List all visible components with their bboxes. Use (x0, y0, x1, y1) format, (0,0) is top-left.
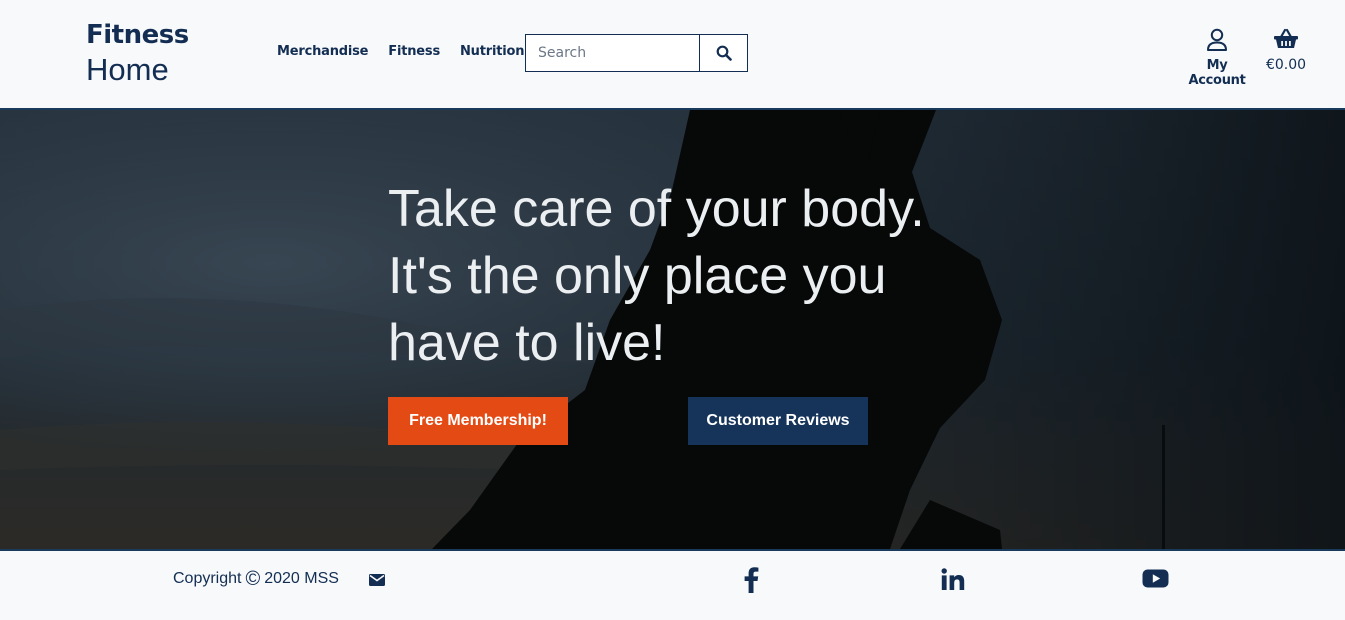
search-input[interactable] (526, 35, 699, 71)
envelope-icon (369, 574, 385, 586)
customer-reviews-button[interactable]: Customer Reviews (688, 397, 868, 445)
basket-link[interactable]: €0.00 (1264, 28, 1308, 73)
free-membership-button[interactable]: Free Membership! (388, 397, 568, 445)
search-icon (716, 45, 732, 61)
hero-section: Take care of your body. It's the only pl… (0, 110, 1345, 549)
brand-title: Fitness (86, 20, 189, 50)
user-icon (1207, 28, 1227, 51)
copyright-symbol: © (245, 568, 261, 590)
facebook-icon (744, 567, 759, 593)
facebook-link[interactable] (742, 567, 760, 598)
nav-link-merchandise[interactable]: Merchandise (277, 44, 368, 59)
nav-link-nutrition[interactable]: Nutrition (460, 44, 524, 59)
copyright-text: Copyright © 2020 MSS (173, 568, 339, 590)
youtube-icon (1142, 569, 1169, 588)
linkedin-icon (941, 568, 965, 590)
brand-subtitle: Home (86, 52, 169, 87)
hero-headline: Take care of your body. It's the only pl… (388, 180, 925, 372)
brand-logo-link[interactable]: Fitness Home (86, 20, 189, 88)
my-account-link[interactable]: My Account (1180, 28, 1254, 88)
account-icon-wrap (1180, 28, 1254, 52)
basket-icon-wrap (1264, 28, 1308, 52)
my-account-label: My Account (1188, 58, 1246, 88)
basket-total: €0.00 (1265, 57, 1307, 73)
site-footer: Copyright © 2020 MSS (0, 549, 1345, 620)
site-header: Fitness Home Merchandise Fitness Nutriti… (0, 0, 1345, 110)
search-button[interactable] (699, 35, 747, 71)
basket-icon (1274, 28, 1298, 48)
youtube-link[interactable] (1142, 567, 1169, 594)
copyright-prefix: Copyright (173, 570, 242, 587)
linkedin-link[interactable] (941, 567, 965, 596)
search-form (525, 34, 748, 72)
email-link[interactable] (369, 573, 385, 591)
nav-link-fitness[interactable]: Fitness (388, 44, 440, 59)
main-nav: Merchandise Fitness Nutrition (277, 44, 524, 59)
copyright-suffix: 2020 MSS (264, 570, 339, 587)
